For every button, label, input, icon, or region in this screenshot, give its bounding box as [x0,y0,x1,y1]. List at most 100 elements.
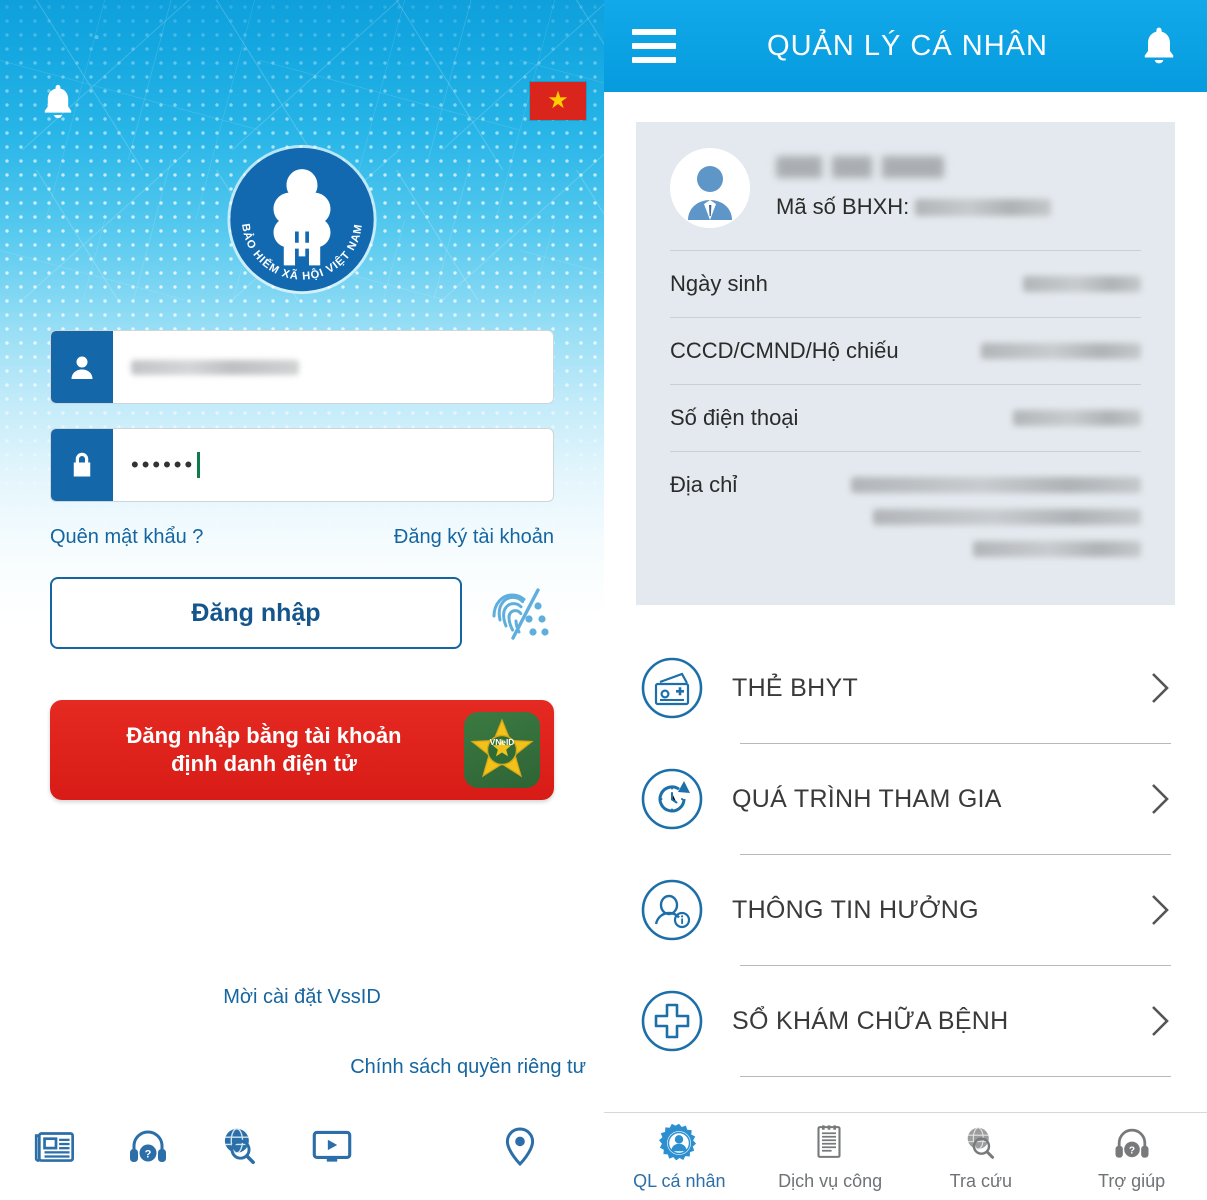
svg-text:VNeID: VNeID [490,737,515,747]
tab-ql-ca-nhan[interactable]: QL cá nhân [604,1121,755,1192]
profile-header: Mã số BHXH: [670,148,1141,228]
video-player-icon[interactable] [306,1120,358,1172]
address-value [851,472,1141,557]
hamburger-bar [632,29,676,35]
password-field[interactable]: •••••• [50,428,554,502]
vneid-login-button[interactable]: Đăng nhập bằng tài khoản định danh điện … [50,700,554,800]
page-title: QUẢN LÝ CÁ NHÂN [767,29,1048,62]
bell-icon[interactable] [1139,25,1179,67]
headset-help-icon[interactable]: ? [122,1120,174,1172]
svg-text:?: ? [145,1148,152,1160]
install-vssid-link[interactable]: Mời cài đặt VssID [223,986,381,1008]
profile-info-card: Mã số BHXH: Ngày sinh CCCD/CMND/Hộ chiếu… [636,122,1175,605]
hamburger-icon[interactable] [632,29,676,63]
menu-item-thong-tin-huong[interactable]: THÔNG TIN HƯỞNG [640,855,1171,965]
clock-refresh-icon [640,767,704,831]
signin-row: Đăng nhập [50,577,554,649]
person-info-icon [640,878,704,942]
info-value-redacted [981,343,1141,359]
menu-item-so-kham-chua-benh[interactable]: SỔ KHÁM CHỮA BỆNH [640,966,1171,1076]
vneid-label: Đăng nhập bằng tài khoản định danh điện … [50,722,464,778]
document-icon [808,1121,852,1165]
profile-identity: Mã số BHXH: [776,156,1141,220]
tab-label: Dịch vụ công [778,1171,883,1191]
globe-search-icon[interactable] [214,1120,266,1172]
tab-label: Tra cứu [949,1171,1013,1191]
vneid-badge-icon: VNeID [464,712,540,788]
chevron-right-icon [1149,671,1171,705]
tab-tra-cuu[interactable]: Tra cứu [906,1121,1057,1192]
info-label: Ngày sinh [670,271,768,296]
footer-links: Mời cài đặt VssID Chính sách quyền riêng… [0,985,604,1079]
menu-label: QUÁ TRÌNH THAM GIA [732,784,1002,813]
address-line-redacted [973,541,1141,557]
chevron-right-icon [1149,782,1171,816]
chevron-right-icon [1149,1004,1171,1038]
username-value[interactable] [113,331,553,403]
health-card-icon [640,656,704,720]
flag-star: ★ [547,87,569,114]
profile-menu: THẺ BHYT QUÁ TRÌNH THAM GIA THÔNG TIN HƯ… [640,633,1171,1077]
app-header: QUẢN LÝ CÁ NHÂN [604,0,1207,92]
signin-button[interactable]: Đăng nhập [50,577,462,649]
password-value[interactable]: •••••• [113,429,553,501]
avatar [670,148,750,228]
gear-person-icon [657,1121,701,1165]
login-toolbar: ? [0,1116,604,1176]
info-value-redacted [1023,276,1141,292]
location-pin-icon[interactable] [494,1120,546,1172]
menu-item-qua-trinh-tham-gia[interactable]: QUÁ TRÌNH THAM GIA [640,744,1171,854]
hamburger-bar [632,43,676,49]
fingerprint-icon[interactable] [486,582,552,644]
profile-name-redacted [776,156,944,178]
username-field[interactable] [50,330,554,404]
menu-label: THÔNG TIN HƯỞNG [732,895,979,924]
menu-label: SỔ KHÁM CHỮA BỆNH [732,1006,1009,1035]
info-value-redacted [1013,410,1141,426]
info-label: CCCD/CMND/Hộ chiếu [670,338,899,363]
text-caret [197,452,201,478]
vneid-label-line2: định danh điện tử [171,751,357,776]
info-label: Địa chỉ [670,472,738,497]
bhxh-label: Mã số BHXH: [776,194,910,219]
login-form: •••••• Quên mật khẩu ? Đăng ký tài khoản… [50,330,554,649]
hamburger-bar [632,57,676,63]
info-row-address: Địa chỉ [670,451,1141,577]
app-screen: ★ BẢO HIỂM XÃ HỘI VIỆT NAM •••••• Quên m… [0,0,1207,1200]
bottom-tab-bar: QL cá nhân Dịch vụ công Tra cứu ? Trợ gi… [604,1112,1207,1200]
svg-text:?: ? [1129,1145,1135,1156]
bhxh-row: Mã số BHXH: [776,194,1141,220]
privacy-policy-row: Chính sách quyền riêng tư [0,1055,604,1079]
forgot-password-link[interactable]: Quên mật khẩu ? [50,526,203,549]
info-row: CCCD/CMND/Hộ chiếu [670,317,1141,384]
vss-logo: BẢO HIỂM XÃ HỘI VIỆT NAM [225,142,380,297]
tab-dich-vu-cong[interactable]: Dịch vụ công [755,1121,906,1192]
info-label: Số điện thoại [670,405,799,430]
login-links: Quên mật khẩu ? Đăng ký tài khoản [50,526,554,549]
globe-search-icon [959,1121,1003,1165]
bell-icon[interactable] [40,82,76,122]
register-account-link[interactable]: Đăng ký tài khoản [394,526,554,549]
medical-cross-icon [640,989,704,1053]
tab-tro-giup[interactable]: ? Trợ giúp [1056,1121,1207,1192]
headset-help-icon: ? [1110,1121,1154,1165]
newspaper-icon[interactable] [30,1120,82,1172]
menu-separator [740,1076,1171,1077]
login-panel: ★ BẢO HIỂM XÃ HỘI VIỆT NAM •••••• Quên m… [0,0,604,1200]
bhxh-value-redacted [915,198,1052,216]
privacy-policy-link[interactable]: Chính sách quyền riêng tư [350,1056,586,1078]
address-line-redacted [873,509,1141,525]
menu-label: THẺ BHYT [732,673,859,702]
info-row: Số điện thoại [670,384,1141,451]
lock-icon [51,429,113,501]
install-vssid-row: Mời cài đặt VssID [0,985,604,1009]
menu-item-the-bhyt[interactable]: THẺ BHYT [640,633,1171,743]
chevron-right-icon [1149,893,1171,927]
username-redacted [131,359,299,375]
address-line-redacted [851,477,1141,493]
tab-label: Trợ giúp [1098,1171,1166,1191]
vietnam-flag-icon[interactable]: ★ [530,82,586,120]
info-row: Ngày sinh [670,250,1141,317]
user-icon [51,331,113,403]
password-dots: •••••• [131,452,196,477]
